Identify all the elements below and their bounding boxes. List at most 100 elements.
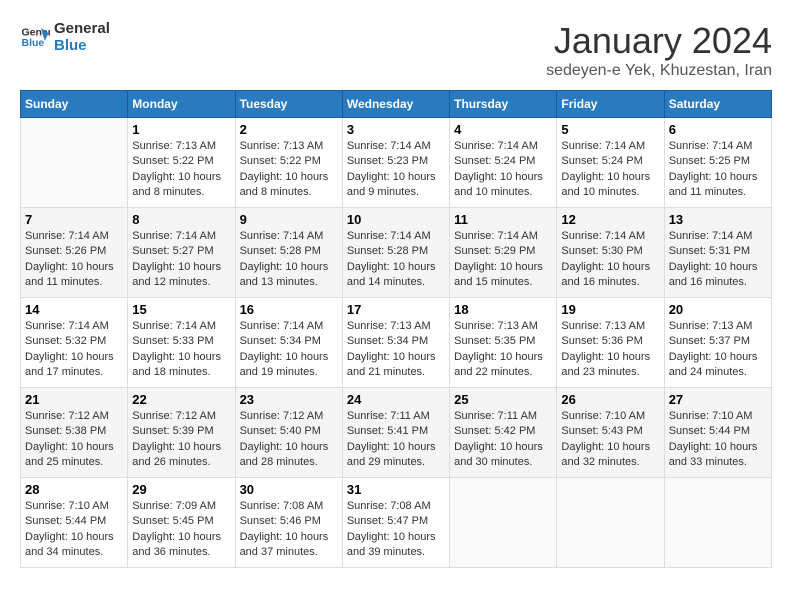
- day-number: 3: [347, 122, 445, 137]
- calendar-cell: 13 Sunrise: 7:14 AM Sunset: 5:31 PM Dayli…: [664, 208, 771, 298]
- calendar-cell: 1Sunrise: 7:13 AM Sunset: 5:22 PM Daylig…: [128, 118, 235, 208]
- day-header-sunday: Sunday: [21, 91, 128, 118]
- day-info: Sunrise: 7:12 AM Sunset: 5:40 PM Dayligh…: [240, 409, 338, 471]
- day-number: 14: [25, 302, 123, 317]
- day-number: 26: [561, 392, 659, 407]
- day-number: 25: [454, 392, 552, 407]
- day-number: 2: [240, 122, 338, 137]
- calendar-cell: 27 Sunrise: 7:10 AM Sunset: 5:44 PM Dayli…: [664, 388, 771, 478]
- calendar-cell: 23Sunrise: 7:12 AM Sunset: 5:40 PM Dayli…: [235, 388, 342, 478]
- day-number: 9: [240, 212, 338, 227]
- day-info: Sunrise: 7:14 AM Sunset: 5:30 PM Dayligh…: [561, 229, 659, 291]
- calendar-cell: 31 Sunrise: 7:08 AM Sunset: 5:47 PM Dayli…: [342, 478, 449, 568]
- day-info: Sunrise: 7:12 AM Sunset: 5:39 PM Dayligh…: [132, 409, 230, 471]
- day-number: 15: [132, 302, 230, 317]
- day-header-friday: Friday: [557, 91, 664, 118]
- day-number: 30: [240, 482, 338, 497]
- day-header-monday: Monday: [128, 91, 235, 118]
- calendar-cell: [664, 478, 771, 568]
- day-number: 19: [561, 302, 659, 317]
- calendar-subtitle: sedeyen-e Yek, Khuzestan, Iran: [546, 62, 772, 80]
- day-number: 13: [669, 212, 767, 227]
- day-number: 27: [669, 392, 767, 407]
- logo-line2: Blue: [54, 37, 110, 54]
- day-number: 24: [347, 392, 445, 407]
- day-info: Sunrise: 7:14 AM Sunset: 5:32 PM Dayligh…: [25, 319, 123, 381]
- day-info: Sunrise: 7:08 AM Sunset: 5:46 PM Dayligh…: [240, 499, 338, 561]
- day-info: Sunrise: 7:13 AM Sunset: 5:22 PM Dayligh…: [240, 139, 338, 201]
- calendar-cell: 9 Sunrise: 7:14 AM Sunset: 5:28 PM Daylig…: [235, 208, 342, 298]
- day-info: Sunrise: 7:08 AM Sunset: 5:47 PM Dayligh…: [347, 499, 445, 561]
- day-info: Sunrise: 7:14 AM Sunset: 5:23 PM Dayligh…: [347, 139, 445, 201]
- day-info: Sunrise: 7:10 AM Sunset: 5:44 PM Dayligh…: [669, 409, 767, 471]
- day-info: Sunrise: 7:14 AM Sunset: 5:24 PM Dayligh…: [454, 139, 552, 201]
- day-info: Sunrise: 7:13 AM Sunset: 5:34 PM Dayligh…: [347, 319, 445, 381]
- day-info: Sunrise: 7:14 AM Sunset: 5:31 PM Dayligh…: [669, 229, 767, 291]
- day-number: 20: [669, 302, 767, 317]
- day-info: Sunrise: 7:14 AM Sunset: 5:25 PM Dayligh…: [669, 139, 767, 201]
- week-row-1: 1 Sunrise: 7:13 AM Sunset: 5:22 PM Daylig…: [21, 118, 772, 208]
- calendar-cell: 12 Sunrise: 7:14 AM Sunset: 5:30 PM Dayli…: [557, 208, 664, 298]
- calendar-table: SundayMondayTuesdayWednesdayThursdayFrid…: [20, 90, 772, 568]
- day-header-thursday: Thursday: [450, 91, 557, 118]
- day-info: Sunrise: 7:13 AM Sunset: 5:36 PM Dayligh…: [561, 319, 659, 381]
- calendar-cell: 22Sunrise: 7:12 AM Sunset: 5:39 PM Dayli…: [128, 388, 235, 478]
- day-header-tuesday: Tuesday: [235, 91, 342, 118]
- calendar-cell: 6Sunrise: 7:14 AM Sunset: 5:25 PM Daylig…: [664, 118, 771, 208]
- day-info: Sunrise: 7:09 AM Sunset: 5:45 PM Dayligh…: [132, 499, 230, 561]
- calendar-cell: 5 Sunrise: 7:14 AM Sunset: 5:24 PM Daylig…: [557, 118, 664, 208]
- day-number: 11: [454, 212, 552, 227]
- day-info: Sunrise: 7:14 AM Sunset: 5:28 PM Dayligh…: [240, 229, 338, 291]
- day-number: 5: [561, 122, 659, 137]
- logo: General Blue General Blue: [20, 20, 110, 54]
- calendar-cell: 21Sunrise: 7:12 AM Sunset: 5:38 PM Dayli…: [21, 388, 128, 478]
- day-info: Sunrise: 7:11 AM Sunset: 5:41 PM Dayligh…: [347, 409, 445, 471]
- day-number: 4: [454, 122, 552, 137]
- calendar-cell: 14 Sunrise: 7:14 AM Sunset: 5:32 PM Dayli…: [21, 298, 128, 388]
- week-row-3: 14 Sunrise: 7:14 AM Sunset: 5:32 PM Dayli…: [21, 298, 772, 388]
- day-number: 10: [347, 212, 445, 227]
- day-info: Sunrise: 7:14 AM Sunset: 5:28 PM Dayligh…: [347, 229, 445, 291]
- calendar-cell: 16 Sunrise: 7:14 AM Sunset: 5:34 PM Dayli…: [235, 298, 342, 388]
- day-info: Sunrise: 7:11 AM Sunset: 5:42 PM Dayligh…: [454, 409, 552, 471]
- calendar-cell: 10 Sunrise: 7:14 AM Sunset: 5:28 PM Dayli…: [342, 208, 449, 298]
- calendar-title: January 2024: [546, 20, 772, 62]
- title-section: January 2024 sedeyen-e Yek, Khuzestan, I…: [546, 20, 772, 80]
- calendar-cell: 28Sunrise: 7:10 AM Sunset: 5:44 PM Dayli…: [21, 478, 128, 568]
- day-info: Sunrise: 7:14 AM Sunset: 5:24 PM Dayligh…: [561, 139, 659, 201]
- day-number: 31: [347, 482, 445, 497]
- calendar-cell: 20 Sunrise: 7:13 AM Sunset: 5:37 PM Dayli…: [664, 298, 771, 388]
- day-info: Sunrise: 7:14 AM Sunset: 5:26 PM Dayligh…: [25, 229, 123, 291]
- day-info: Sunrise: 7:13 AM Sunset: 5:37 PM Dayligh…: [669, 319, 767, 381]
- calendar-cell: 3 Sunrise: 7:14 AM Sunset: 5:23 PM Daylig…: [342, 118, 449, 208]
- calendar-cell: 15Sunrise: 7:14 AM Sunset: 5:33 PM Dayli…: [128, 298, 235, 388]
- day-number: 16: [240, 302, 338, 317]
- day-info: Sunrise: 7:14 AM Sunset: 5:29 PM Dayligh…: [454, 229, 552, 291]
- calendar-cell: 26 Sunrise: 7:10 AM Sunset: 5:43 PM Dayli…: [557, 388, 664, 478]
- week-row-4: 21Sunrise: 7:12 AM Sunset: 5:38 PM Dayli…: [21, 388, 772, 478]
- day-info: Sunrise: 7:12 AM Sunset: 5:38 PM Dayligh…: [25, 409, 123, 471]
- calendar-cell: [557, 478, 664, 568]
- day-info: Sunrise: 7:10 AM Sunset: 5:43 PM Dayligh…: [561, 409, 659, 471]
- calendar-cell: 8Sunrise: 7:14 AM Sunset: 5:27 PM Daylig…: [128, 208, 235, 298]
- day-info: Sunrise: 7:14 AM Sunset: 5:34 PM Dayligh…: [240, 319, 338, 381]
- day-number: 29: [132, 482, 230, 497]
- svg-text:Blue: Blue: [22, 37, 45, 49]
- days-header-row: SundayMondayTuesdayWednesdayThursdayFrid…: [21, 91, 772, 118]
- calendar-cell: 30 Sunrise: 7:08 AM Sunset: 5:46 PM Dayli…: [235, 478, 342, 568]
- calendar-cell: 7 Sunrise: 7:14 AM Sunset: 5:26 PM Daylig…: [21, 208, 128, 298]
- calendar-cell: [450, 478, 557, 568]
- day-number: 12: [561, 212, 659, 227]
- day-info: Sunrise: 7:13 AM Sunset: 5:35 PM Dayligh…: [454, 319, 552, 381]
- logo-line1: General: [54, 20, 110, 37]
- calendar-cell: 4 Sunrise: 7:14 AM Sunset: 5:24 PM Daylig…: [450, 118, 557, 208]
- calendar-cell: 19 Sunrise: 7:13 AM Sunset: 5:36 PM Dayli…: [557, 298, 664, 388]
- day-info: Sunrise: 7:14 AM Sunset: 5:27 PM Dayligh…: [132, 229, 230, 291]
- week-row-5: 28Sunrise: 7:10 AM Sunset: 5:44 PM Dayli…: [21, 478, 772, 568]
- week-row-2: 7 Sunrise: 7:14 AM Sunset: 5:26 PM Daylig…: [21, 208, 772, 298]
- calendar-cell: 18Sunrise: 7:13 AM Sunset: 5:35 PM Dayli…: [450, 298, 557, 388]
- day-number: 1: [132, 122, 230, 137]
- day-number: 28: [25, 482, 123, 497]
- calendar-cell: 29 Sunrise: 7:09 AM Sunset: 5:45 PM Dayli…: [128, 478, 235, 568]
- day-number: 7: [25, 212, 123, 227]
